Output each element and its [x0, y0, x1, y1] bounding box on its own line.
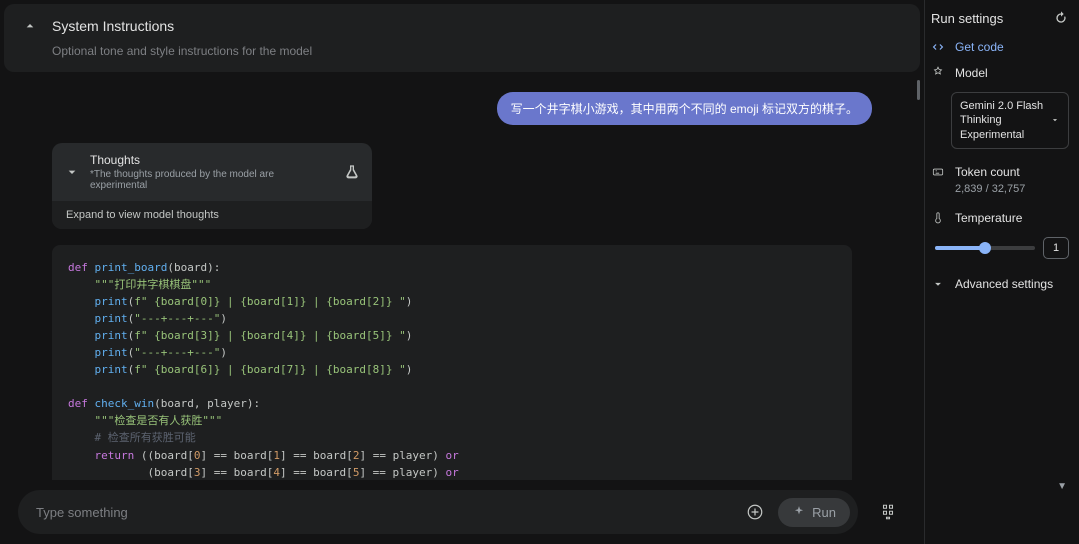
model-section-header: Model — [931, 66, 1069, 80]
dropdown-caret-icon — [1050, 115, 1060, 125]
system-instructions-title: System Instructions — [52, 18, 174, 34]
run-settings-title: Run settings — [931, 11, 1003, 26]
system-instructions-subtitle: Optional tone and style instructions for… — [52, 44, 902, 58]
code-block: def print_board(board): """打印井字棋棋盘""" pr… — [52, 245, 852, 480]
temperature-header: Temperature — [931, 211, 1069, 225]
temperature-slider[interactable] — [935, 246, 1035, 250]
overflow-caret-icon[interactable]: ▼ — [1057, 481, 1067, 492]
chat-scroll-area[interactable]: 写一个井字棋小游戏，其中用两个不同的 emoji 标记双方的棋子。 Though… — [4, 80, 920, 480]
run-button[interactable]: Run — [778, 498, 850, 527]
chevron-up-icon — [22, 18, 38, 34]
add-attachment-button[interactable] — [738, 495, 772, 529]
user-message-bubble: 写一个井字棋小游戏，其中用两个不同的 emoji 标记双方的棋子。 — [497, 92, 872, 125]
thermometer-icon — [931, 211, 945, 225]
get-code-label: Get code — [955, 40, 1004, 54]
chevron-down-icon[interactable] — [64, 164, 80, 180]
model-select[interactable]: Gemini 2.0 Flash Thinking Experimental — [951, 92, 1069, 149]
sparkle-icon — [792, 505, 806, 519]
temperature-label: Temperature — [955, 211, 1022, 225]
token-label: Token count — [955, 165, 1020, 179]
code-icon — [931, 40, 945, 54]
scrollbar-thumb[interactable] — [917, 80, 920, 100]
temperature-value[interactable]: 1 — [1043, 237, 1069, 259]
composer: Run — [18, 490, 858, 534]
thoughts-title: Thoughts — [90, 153, 334, 167]
run-button-label: Run — [812, 505, 836, 520]
run-settings-panel: Run settings Get code Model Gemini 2.0 F… — [924, 0, 1079, 544]
system-instructions-panel[interactable]: System Instructions Optional tone and st… — [4, 4, 920, 72]
gallery-button[interactable] — [870, 494, 906, 530]
flask-icon — [344, 164, 360, 180]
model-label: Model — [955, 66, 988, 80]
refresh-icon[interactable] — [1053, 10, 1069, 26]
token-icon — [931, 165, 945, 179]
token-count-header: Token count — [931, 165, 1069, 179]
model-icon — [931, 66, 945, 80]
thoughts-panel: Thoughts *The thoughts produced by the m… — [52, 143, 372, 229]
token-count-value: 2,839 / 32,757 — [955, 183, 1069, 195]
advanced-settings-toggle[interactable]: Advanced settings — [931, 277, 1069, 291]
slider-thumb[interactable] — [979, 242, 991, 254]
get-code-link[interactable]: Get code — [931, 40, 1069, 54]
chevron-down-icon — [931, 277, 945, 291]
composer-input[interactable] — [36, 505, 738, 520]
model-value: Gemini 2.0 Flash Thinking Experimental — [960, 99, 1046, 142]
thoughts-note: *The thoughts produced by the model are … — [90, 169, 334, 191]
advanced-settings-label: Advanced settings — [955, 277, 1053, 291]
thoughts-expand-button[interactable]: Expand to view model thoughts — [52, 201, 372, 229]
